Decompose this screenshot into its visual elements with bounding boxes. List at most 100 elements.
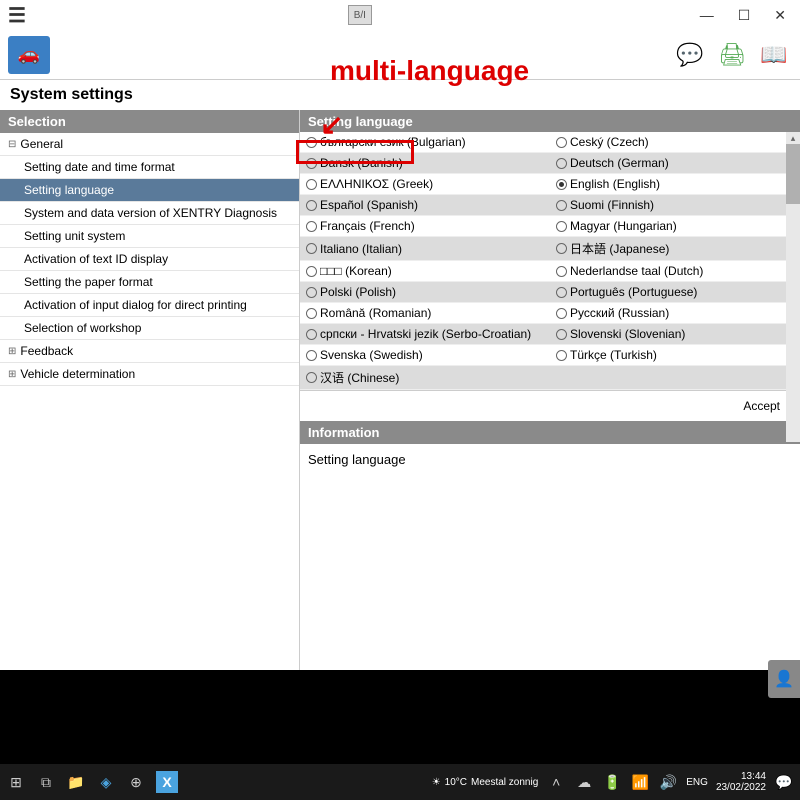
expand-icon[interactable]: ⊞ (8, 369, 16, 380)
taskview-icon[interactable]: ⧉ (36, 772, 56, 792)
close-button[interactable]: ✕ (768, 5, 792, 26)
start-button[interactable]: ⊞ (6, 772, 26, 792)
language-indicator[interactable]: ENG (686, 777, 708, 788)
language-option[interactable]: Magyar (Hungarian) (550, 216, 800, 237)
radio-icon[interactable] (556, 137, 567, 148)
tree-item[interactable]: System and data version of XENTRY Diagno… (0, 202, 299, 225)
radio-icon[interactable] (306, 372, 317, 383)
language-option[interactable]: Ceský (Czech) (550, 132, 800, 153)
radio-icon[interactable] (306, 137, 317, 148)
radio-icon[interactable] (556, 287, 567, 298)
expand-icon[interactable]: ⊞ (8, 346, 16, 357)
teamviewer-icon[interactable]: ◈ (96, 772, 116, 792)
side-tab-icon[interactable]: 👤 (768, 660, 800, 698)
tree-group[interactable]: ⊞Feedback (0, 340, 299, 363)
radio-icon[interactable] (556, 266, 567, 277)
language-option[interactable]: □□□ (Korean) (300, 261, 550, 282)
language-option[interactable]: Svenska (Swedish) (300, 345, 550, 366)
xentry-icon[interactable]: X (156, 771, 178, 793)
notifications-icon[interactable]: 💬 (774, 772, 794, 792)
tree-item[interactable]: Setting language (0, 179, 299, 202)
radio-icon[interactable] (306, 221, 317, 232)
radio-icon[interactable] (556, 243, 567, 254)
scrollbar[interactable]: ▴ (786, 132, 800, 442)
book-icon[interactable]: 📖 (756, 38, 792, 72)
radio-icon[interactable] (556, 350, 567, 361)
explorer-icon[interactable]: 📁 (66, 772, 86, 792)
radio-icon[interactable] (306, 308, 317, 319)
battery-icon[interactable]: 🔋 (602, 772, 622, 792)
collapse-icon[interactable]: ⊟ (8, 139, 16, 150)
weather-temp: 10°C (445, 777, 467, 788)
radio-icon[interactable] (556, 200, 567, 211)
tree-item[interactable]: Selection of workshop (0, 317, 299, 340)
sidebar-header: Selection (0, 110, 299, 133)
accept-button[interactable]: Accept (300, 390, 800, 421)
radio-icon[interactable] (556, 221, 567, 232)
tree-item[interactable]: Setting unit system (0, 225, 299, 248)
language-option[interactable]: Dansk (Danish) (300, 153, 550, 174)
language-option[interactable]: Italiano (Italian) (300, 237, 550, 261)
titlebar: ☰ B/I — ☐ ✕ (0, 0, 800, 30)
radio-icon[interactable] (556, 158, 567, 169)
tree-item[interactable]: Setting the paper format (0, 271, 299, 294)
scroll-up-icon[interactable]: ▴ (786, 132, 800, 144)
language-option[interactable]: English (English) (550, 174, 800, 195)
radio-icon[interactable] (556, 179, 567, 190)
radio-icon[interactable] (306, 200, 317, 211)
language-option[interactable]: Русский (Russian) (550, 303, 800, 324)
radio-icon[interactable] (556, 308, 567, 319)
tray-chevron-icon[interactable]: ˄ (546, 772, 566, 792)
tree-item[interactable]: Activation of input dialog for direct pr… (0, 294, 299, 317)
weather-widget[interactable]: ☀ 10°C Meestal zonnig (432, 777, 539, 788)
tree-group[interactable]: ⊞Vehicle determination (0, 363, 299, 386)
tree-group[interactable]: ⊟General (0, 133, 299, 156)
language-option[interactable]: 日本語 (Japanese) (550, 237, 800, 261)
language-label: Türkçe (Turkish) (570, 348, 657, 362)
language-label: Français (French) (320, 219, 415, 233)
language-option[interactable]: Polski (Polish) (300, 282, 550, 303)
language-option[interactable]: Nederlandse taal (Dutch) (550, 261, 800, 282)
language-option[interactable]: Français (French) (300, 216, 550, 237)
radio-icon[interactable] (306, 350, 317, 361)
volume-icon[interactable]: 🔊 (658, 772, 678, 792)
chat-icon[interactable]: 💬 (672, 38, 708, 72)
weather-icon: ☀ (432, 777, 441, 788)
language-label: Nederlandse taal (Dutch) (570, 264, 703, 278)
tree-item[interactable]: Activation of text ID display (0, 248, 299, 271)
clock[interactable]: 13:44 23/02/2022 (716, 771, 766, 793)
info-header: Information (300, 421, 800, 444)
shield-icon[interactable]: ⊕ (126, 772, 146, 792)
content-header: Setting language (300, 110, 800, 132)
wifi-icon[interactable]: 📶 (630, 772, 650, 792)
language-option[interactable]: Türkçe (Turkish) (550, 345, 800, 366)
hamburger-menu-icon[interactable]: ☰ (8, 3, 26, 28)
vehicle-button[interactable]: 🚗 (8, 36, 50, 74)
language-label: Slovenski (Slovenian) (570, 327, 685, 341)
language-option[interactable]: ΕΛΛΗΝΙΚΟΣ (Greek) (300, 174, 550, 195)
radio-icon[interactable] (306, 329, 317, 340)
language-option[interactable]: български език (Bulgarian) (300, 132, 550, 153)
radio-icon[interactable] (306, 287, 317, 298)
language-option[interactable]: 汉语 (Chinese) (300, 366, 550, 390)
language-option[interactable]: Română (Romanian) (300, 303, 550, 324)
language-option[interactable]: Español (Spanish) (300, 195, 550, 216)
language-option[interactable]: Português (Portuguese) (550, 282, 800, 303)
radio-icon[interactable] (306, 158, 317, 169)
radio-icon[interactable] (556, 329, 567, 340)
cloud-icon[interactable]: ☁ (574, 772, 594, 792)
tree-item[interactable]: Setting date and time format (0, 156, 299, 179)
content-panel: Setting language български език (Bulgari… (300, 110, 800, 670)
scroll-thumb[interactable] (786, 144, 800, 204)
radio-icon[interactable] (306, 243, 317, 254)
language-label: Español (Spanish) (320, 198, 418, 212)
radio-icon[interactable] (306, 179, 317, 190)
minimize-button[interactable]: — (694, 5, 720, 25)
language-option[interactable]: Deutsch (German) (550, 153, 800, 174)
radio-icon[interactable] (306, 266, 317, 277)
language-option[interactable]: српски - Hrvatski jezik (Serbo-Croatian) (300, 324, 550, 345)
language-option[interactable]: Slovenski (Slovenian) (550, 324, 800, 345)
maximize-button[interactable]: ☐ (732, 5, 757, 26)
language-option[interactable]: Suomi (Finnish) (550, 195, 800, 216)
print-icon[interactable]: 🖨 (714, 38, 750, 72)
